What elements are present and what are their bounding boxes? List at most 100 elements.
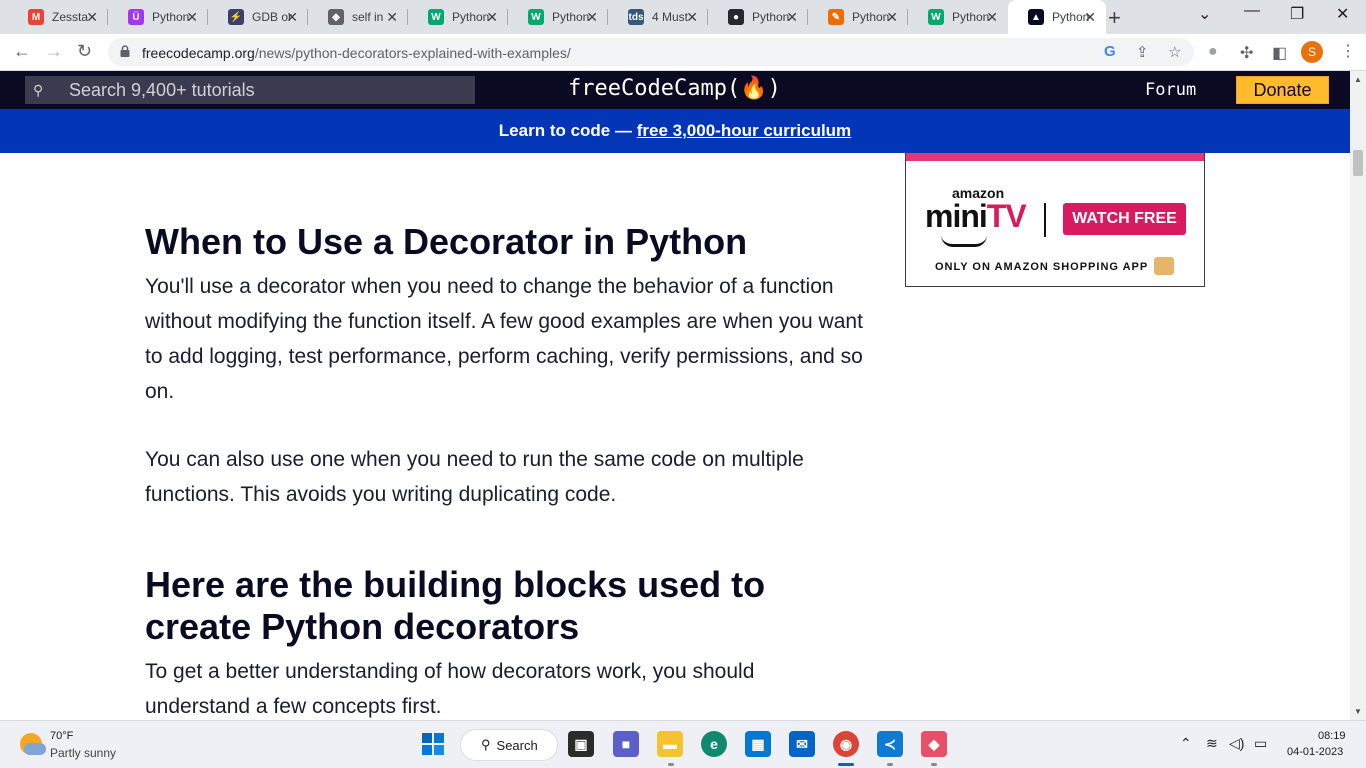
paragraph: You'll use a decorator when you need to …: [145, 275, 863, 403]
browser-tab[interactable]: ● Python ✕: [708, 0, 808, 34]
close-window-button[interactable]: ✕: [1336, 4, 1349, 24]
freecodecamp-icon: ▲: [1028, 9, 1044, 25]
search-placeholder: Search 9,400+ tutorials: [69, 79, 255, 100]
w3schools-icon: W: [928, 9, 944, 25]
cloud-icon: [24, 743, 46, 755]
mail-icon[interactable]: ✉: [789, 731, 815, 757]
scroll-up-icon[interactable]: ▲: [1354, 75, 1362, 84]
close-tab-icon[interactable]: ✕: [1084, 9, 1096, 26]
close-tab-icon[interactable]: ✕: [286, 9, 298, 26]
wifi-icon[interactable]: ≋: [1206, 735, 1218, 752]
url-text: freecodecamp.org/news/python-decorators-…: [142, 45, 571, 61]
forward-icon[interactable]: →: [45, 41, 63, 62]
grammarly-icon[interactable]: ●: [1208, 43, 1218, 61]
volume-icon[interactable]: ◁): [1229, 735, 1244, 752]
app-icon[interactable]: ◆: [921, 731, 947, 757]
show-hidden-icons[interactable]: ⌃: [1180, 735, 1192, 752]
browser-tab[interactable]: W Python ✕: [408, 0, 508, 34]
battery-icon[interactable]: ▭: [1254, 735, 1267, 752]
close-tab-icon[interactable]: ✕: [786, 9, 798, 26]
weather-description[interactable]: Partly sunny: [50, 746, 116, 760]
address-bar[interactable]: freecodecamp.org/news/python-decorators-…: [108, 38, 1194, 66]
section-heading-when-to-use: When to Use a Decorator in Python: [145, 221, 748, 262]
active-app-indicator: [838, 763, 854, 766]
profile-avatar[interactable]: S: [1301, 41, 1323, 63]
search-input[interactable]: ⚲ Search 9,400+ tutorials: [25, 76, 475, 104]
windows-start-icon[interactable]: [420, 731, 446, 757]
browser-tab[interactable]: ◈ self in ✕: [308, 0, 408, 34]
teams-chat-icon[interactable]: ■: [613, 731, 639, 757]
paragraph: To get a better understanding of how dec…: [145, 660, 755, 718]
curriculum-link[interactable]: free 3,000-hour curriculum: [637, 121, 851, 140]
watch-free-button[interactable]: WATCH FREE: [1063, 203, 1186, 235]
scroll-down-icon[interactable]: ▼: [1354, 707, 1362, 716]
browser-tab-strip: MZessta✕ÜPython✕⚡GDB online✕◈self in✕WPy…: [0, 0, 1366, 34]
fcc-header: ⚲ Search 9,400+ tutorials freeCodeCamp(🔥…: [0, 71, 1350, 109]
extensions-icon[interactable]: ✣: [1240, 43, 1253, 63]
feather-icon: ✎: [828, 9, 844, 25]
gmail-icon: M: [28, 9, 44, 25]
browser-tab[interactable]: ▲ Python ✕: [1008, 0, 1106, 34]
google-icon[interactable]: G: [1104, 43, 1116, 60]
close-tab-icon[interactable]: ✕: [86, 9, 98, 26]
windows-taskbar: 70°F Partly sunny ⚲ Search ▣ ■ ▬ e ▦ ✉ ◉ …: [0, 720, 1366, 768]
running-indicator: [668, 763, 674, 766]
microsoft-store-icon[interactable]: ▦: [745, 731, 771, 757]
w3schools-icon: W: [428, 9, 444, 25]
amazon-smile-icon: [941, 235, 987, 247]
file-explorer-icon[interactable]: ▬: [657, 731, 683, 757]
new-tab-button[interactable]: +: [1108, 5, 1121, 31]
banner-text: Learn to code —: [498, 121, 637, 140]
close-tab-icon[interactable]: ✕: [886, 9, 898, 26]
browser-tab[interactable]: Ü Python ✕: [108, 0, 208, 34]
browser-tab[interactable]: M Zessta ✕: [8, 0, 108, 34]
ad-image-strip: [906, 153, 1204, 161]
advertisement[interactable]: amazon miniTV WATCH FREE ONLY ON AMAZON …: [905, 153, 1205, 287]
running-indicator: [887, 763, 893, 766]
page-scrollbar[interactable]: ▲ ▼: [1350, 71, 1366, 720]
browser-tab[interactable]: ⚡GDB online✕: [208, 0, 308, 34]
clock-time[interactable]: 08:19: [1318, 730, 1346, 742]
taskbar-search[interactable]: ⚲ Search: [460, 729, 558, 761]
fcc-logo[interactable]: freeCodeCamp(🔥): [568, 76, 781, 101]
udemy-icon: Ü: [128, 9, 144, 25]
close-tab-icon[interactable]: ✕: [186, 9, 198, 26]
back-icon[interactable]: ←: [13, 41, 31, 62]
restore-button[interactable]: ❐: [1290, 4, 1304, 24]
chrome-icon[interactable]: ◉: [833, 731, 859, 757]
side-panel-icon[interactable]: ◧: [1272, 43, 1287, 63]
paragraph: You can also use one when you need to ru…: [145, 448, 804, 506]
edge-icon[interactable]: e: [701, 731, 727, 757]
diamond-icon: ◈: [328, 9, 344, 25]
search-icon: ⚲: [33, 81, 44, 98]
running-indicator: [931, 763, 937, 766]
bookmark-star-icon[interactable]: ☆: [1168, 43, 1181, 61]
donate-button[interactable]: Donate: [1236, 76, 1329, 104]
tds-icon: tds: [628, 9, 644, 25]
scrollbar-thumb[interactable]: [1353, 150, 1363, 176]
forum-link[interactable]: Forum: [1145, 80, 1196, 100]
browser-tab[interactable]: ✎ Python ✕: [808, 0, 908, 34]
close-tab-icon[interactable]: ✕: [686, 9, 698, 26]
browser-tab[interactable]: W Python ✕: [908, 0, 1008, 34]
clock-date[interactable]: 04-01-2023: [1287, 746, 1343, 758]
w3schools-icon: W: [528, 9, 544, 25]
menu-kebab-icon[interactable]: ⋮: [1340, 41, 1356, 61]
browser-tab[interactable]: tds 4 Must ✕: [608, 0, 708, 34]
taskbar-search-label: Search: [496, 737, 538, 753]
share-icon[interactable]: ⇪: [1136, 43, 1149, 61]
close-tab-icon[interactable]: ✕: [386, 9, 398, 26]
tab-search-icon[interactable]: ⌄: [1198, 4, 1211, 24]
section-heading-building-blocks: Here are the building blocks used to cre…: [145, 564, 766, 647]
close-tab-icon[interactable]: ✕: [986, 9, 998, 26]
minimize-button[interactable]: —: [1244, 2, 1260, 20]
shopping-bag-icon: [1154, 257, 1174, 275]
task-view-icon[interactable]: ▣: [568, 731, 594, 757]
weather-temperature[interactable]: 70°F: [50, 730, 73, 742]
reload-icon[interactable]: ↻: [77, 41, 92, 62]
vscode-icon[interactable]: ≺: [877, 731, 903, 757]
close-tab-icon[interactable]: ✕: [486, 9, 498, 26]
curriculum-banner: Learn to code — free 3,000-hour curricul…: [0, 109, 1350, 153]
close-tab-icon[interactable]: ✕: [586, 9, 598, 26]
browser-tab[interactable]: W Python ✕: [508, 0, 608, 34]
